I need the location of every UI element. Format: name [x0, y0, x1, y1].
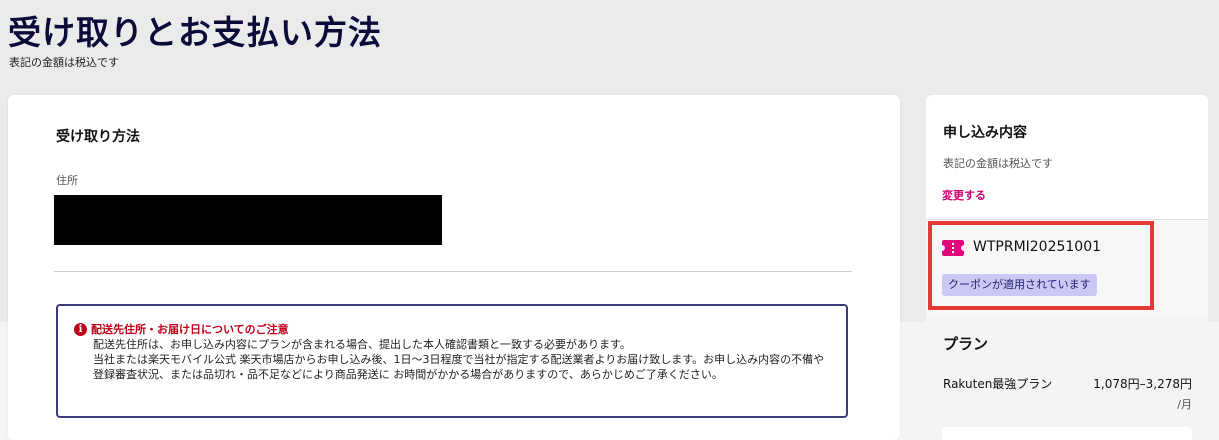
- delivery-notice: i 配送先住所・お届け日についてのご注意 配送先住所は、お申し込み内容にプランが…: [56, 304, 848, 418]
- delivery-card: 受け取り方法 住所 i 配送先住所・お届け日についてのご注意 配送先住所は、お申…: [8, 95, 900, 440]
- coupon-highlight-box: [928, 221, 1154, 310]
- notice-line: 配送先住所は、お申し込み内容にプランが含まれる場合、提出した本人確認書類と一致す…: [93, 338, 631, 351]
- plan-price: 1,078円–3,278円: [1093, 377, 1192, 391]
- delivery-section-title: 受け取り方法: [56, 129, 140, 145]
- summary-title: 申し込み内容: [943, 125, 1027, 141]
- plan-name: Rakuten最強プラン: [943, 377, 1053, 391]
- page-title: 受け取りとお支払い方法: [8, 13, 382, 52]
- notice-line: 当社または楽天モバイル公式 楽天市場店からお申し込み後、1日〜3日程度で当社が指…: [93, 353, 825, 381]
- notice-title: 配送先住所・お届け日についてのご注意: [91, 323, 289, 336]
- plan-price-unit: /月: [1177, 398, 1192, 411]
- info-icon: i: [74, 322, 87, 336]
- summary-subtitle: 表記の金額は税込です: [943, 157, 1053, 170]
- plan-section: プラン Rakuten最強プラン 1,078円–3,278円 /月: [926, 315, 1208, 440]
- page-subtitle: 表記の金額は税込です: [9, 56, 119, 69]
- notice-body: 配送先住所は、お申し込み内容にプランが含まれる場合、提出した本人確認書類と一致す…: [93, 337, 833, 382]
- change-link[interactable]: 変更する: [942, 187, 986, 203]
- plan-title: プラン: [943, 335, 989, 353]
- address-label: 住所: [56, 174, 78, 187]
- address-redacted: [54, 195, 442, 245]
- section-divider: [54, 271, 852, 272]
